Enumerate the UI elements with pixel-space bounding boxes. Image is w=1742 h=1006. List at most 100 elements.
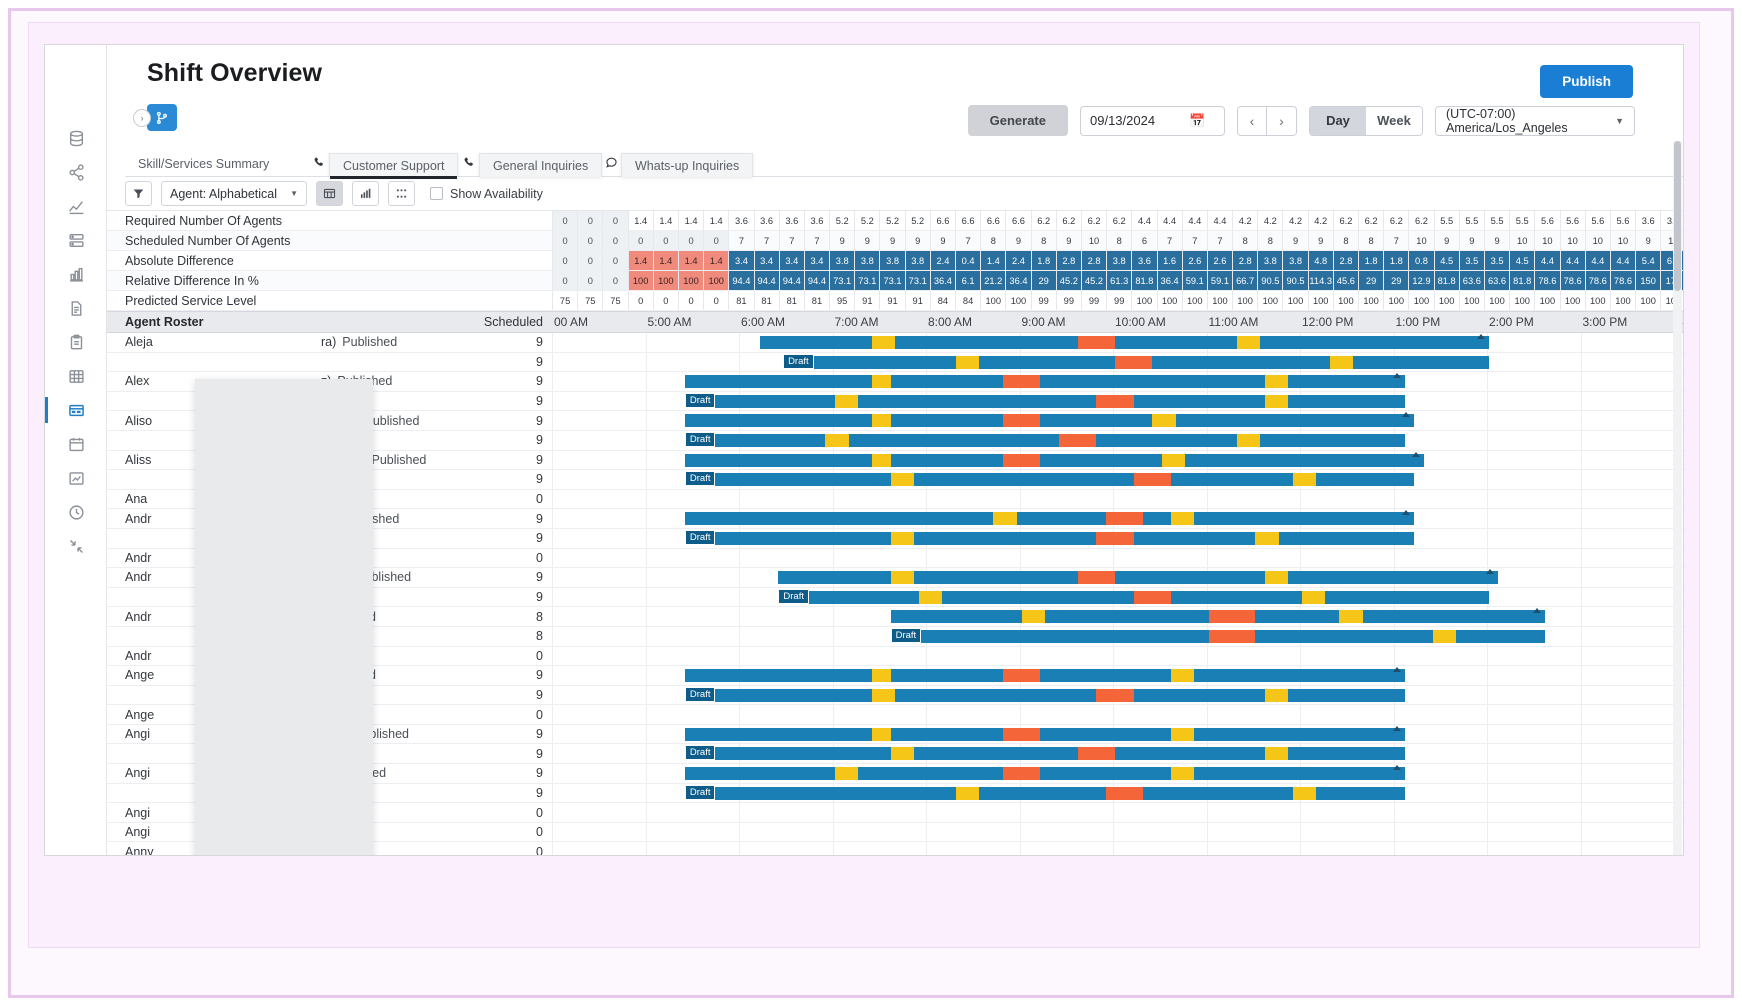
shift-track[interactable]: Draft [552,528,1683,548]
shift-track[interactable]: Draft [552,352,1683,372]
shift-track[interactable]: Draft [552,783,1683,803]
shift-track[interactable] [552,822,1683,842]
break-segment[interactable] [1236,336,1260,349]
shift-track[interactable] [552,450,1683,470]
break-segment[interactable] [1264,394,1288,408]
draft-shift-segment[interactable] [684,531,1415,545]
sidebar-collapse-toggle[interactable]: › [133,109,151,127]
break-segment[interactable] [1161,453,1186,467]
draft-label[interactable]: Draft [684,784,716,800]
lunch-segment[interactable] [1077,571,1115,585]
shift-track[interactable] [552,764,1683,783]
rail-item-clock-icon[interactable] [45,495,107,529]
table-row[interactable]: Aleja ra) Published 9 [107,333,1683,353]
lunch-segment[interactable] [1002,727,1041,741]
draft-shift-segment[interactable] [684,747,1405,761]
break-segment[interactable] [918,590,943,604]
break-segment[interactable] [834,767,858,781]
filter-icon[interactable] [125,181,152,206]
draft-label[interactable]: Draft [684,745,716,761]
break-segment[interactable] [871,688,896,702]
shift-track[interactable]: Draft [552,470,1683,489]
rail-item-calendar-icon[interactable] [45,427,107,461]
calendar-icon[interactable]: 📅 [1189,113,1205,129]
draft-shift-segment[interactable] [684,394,1405,408]
tab-customer-support[interactable]: Customer Support [329,153,459,179]
prev-day-button[interactable]: ‹ [1237,105,1267,136]
lunch-segment[interactable] [1105,786,1144,800]
shift-track[interactable]: Draft [552,685,1683,705]
published-shift-segment[interactable] [684,512,1415,526]
published-shift-segment[interactable] [684,375,1405,389]
break-segment[interactable] [871,669,891,683]
shift-track[interactable] [552,411,1683,430]
break-segment[interactable] [890,473,914,487]
draft-shift-segment[interactable] [684,433,1405,447]
rail-item-share-nodes-icon[interactable] [45,155,107,189]
generate-button[interactable]: Generate [967,105,1068,136]
break-segment[interactable] [1264,688,1288,702]
table-view-icon[interactable] [316,181,343,206]
break-segment[interactable] [1236,433,1260,447]
lunch-segment[interactable] [1002,453,1041,467]
lunch-segment[interactable] [1208,610,1256,624]
date-input[interactable]: 09/13/2024 📅 [1080,105,1225,136]
rail-item-server-icon[interactable] [45,223,107,257]
shift-track[interactable] [552,646,1683,666]
break-segment[interactable] [1432,629,1457,643]
break-segment[interactable] [1339,610,1363,624]
break-segment[interactable] [1292,473,1317,487]
shift-track[interactable] [552,666,1683,685]
timezone-select[interactable]: (UTC-07:00) America/Los_Angeles ▼ [1435,105,1635,136]
break-segment[interactable] [890,571,914,585]
published-shift-segment[interactable] [684,414,1415,428]
published-shift-segment[interactable] [684,767,1405,781]
rail-item-bar-chart-icon[interactable] [45,257,107,291]
shift-track[interactable] [552,705,1683,724]
break-segment[interactable] [834,394,858,408]
shift-track[interactable] [552,509,1683,528]
lunch-segment[interactable] [1208,629,1256,643]
grid-view-icon[interactable] [388,181,415,206]
range-day-button[interactable]: Day [1310,106,1366,135]
break-segment[interactable] [1292,786,1317,800]
rail-item-table-icon[interactable] [45,359,107,393]
draft-label[interactable]: Draft [684,431,716,447]
publish-button[interactable]: Publish [1540,65,1633,98]
draft-label[interactable]: Draft [890,627,922,643]
draft-shift-segment[interactable] [684,688,1405,702]
published-shift-segment[interactable] [759,336,1489,349]
rail-item-collapse-icon[interactable] [45,529,107,563]
break-segment[interactable] [825,433,849,447]
break-segment[interactable] [1152,414,1176,428]
tab-skill-services-summary[interactable]: Skill/Services Summary [125,151,282,177]
break-segment[interactable] [1264,375,1288,389]
draft-label[interactable]: Draft [778,588,809,604]
agent-sort-select[interactable]: Agent: Alphabetical ▼ [161,181,307,206]
published-shift-segment[interactable] [684,669,1405,683]
shift-track[interactable] [552,372,1683,391]
draft-label[interactable]: Draft [684,686,716,702]
shift-track[interactable]: Draft [552,430,1683,450]
shift-track[interactable]: Draft [552,626,1683,646]
shift-track[interactable]: Draft [552,744,1683,764]
break-segment[interactable] [871,336,896,349]
scrollbar-thumb[interactable] [1674,141,1681,291]
break-segment[interactable] [1302,590,1326,604]
draft-label[interactable]: Draft [684,392,716,408]
lunch-segment[interactable] [1077,747,1115,761]
shift-track[interactable]: Draft [552,587,1683,607]
shift-track[interactable] [552,568,1683,587]
break-segment[interactable] [993,512,1017,526]
break-segment[interactable] [871,727,891,741]
published-shift-segment[interactable] [684,727,1405,741]
rail-item-trend-up-icon[interactable] [45,461,107,495]
break-segment[interactable] [1171,669,1195,683]
break-segment[interactable] [1171,512,1195,526]
break-segment[interactable] [890,747,914,761]
lunch-segment[interactable] [1002,414,1041,428]
break-segment[interactable] [956,786,980,800]
lunch-segment[interactable] [1058,433,1097,447]
lunch-segment[interactable] [1002,767,1041,781]
lunch-segment[interactable] [1096,531,1134,545]
